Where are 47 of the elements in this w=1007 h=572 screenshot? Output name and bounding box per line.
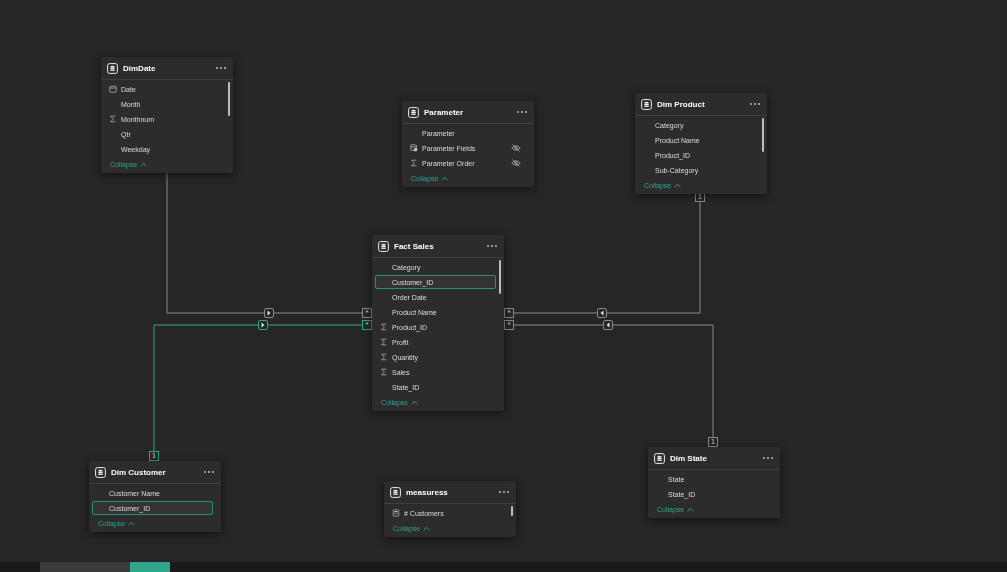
chevron-up-icon — [441, 176, 449, 181]
relationship-line[interactable] — [273, 312, 363, 314]
table-icon — [107, 62, 118, 74]
more-options-icon[interactable] — [762, 456, 774, 460]
scrollbar-thumb[interactable] — [762, 118, 764, 152]
chevron-up-icon — [411, 400, 419, 405]
table-title: Fact Sales — [394, 241, 435, 251]
sigma-icon — [109, 115, 117, 123]
chevron-up-icon — [687, 507, 695, 512]
scrollbar-thumb[interactable] — [130, 562, 170, 572]
table-icon — [408, 106, 419, 118]
sigma-icon — [410, 159, 418, 167]
hidden-eye-icon[interactable] — [511, 159, 521, 167]
relationship-line[interactable] — [612, 324, 714, 438]
table-title: Parameter — [424, 107, 465, 117]
more-options-icon[interactable] — [203, 470, 215, 474]
table-icon — [641, 98, 652, 110]
calendar-icon — [109, 85, 117, 93]
chevron-up-icon — [140, 162, 148, 167]
more-options-icon[interactable] — [486, 244, 498, 248]
more-options-icon[interactable] — [498, 490, 510, 494]
table-icon — [390, 486, 401, 498]
hidden-eye-icon[interactable] — [511, 144, 521, 152]
table-title: Dim Product — [657, 99, 706, 109]
parameter-icon — [410, 144, 418, 152]
table-icon — [378, 240, 389, 252]
table-icon — [95, 466, 106, 478]
table-title: DimDate — [123, 63, 157, 73]
chevron-up-icon — [674, 183, 682, 188]
relationship-line[interactable] — [513, 324, 604, 326]
chevron-up-icon — [423, 526, 431, 531]
table-title: Dim State — [670, 453, 708, 463]
relationship-line[interactable] — [606, 201, 701, 314]
more-options-icon[interactable] — [516, 110, 528, 114]
scrollbar-thumb[interactable] — [511, 506, 513, 516]
more-options-icon[interactable] — [749, 102, 761, 106]
table-icon — [654, 452, 665, 464]
table-title: Dim Customer — [111, 467, 167, 477]
relationship-line[interactable] — [513, 312, 598, 314]
calculator-icon — [392, 509, 400, 517]
table-title: measuress — [406, 487, 449, 497]
relationship-line[interactable] — [153, 324, 259, 452]
scrollbar-thumb[interactable] — [228, 82, 230, 116]
chevron-up-icon — [128, 521, 136, 526]
scrollbar-thumb[interactable] — [499, 260, 501, 294]
more-options-icon[interactable] — [215, 66, 227, 70]
relationship-line[interactable] — [267, 324, 363, 326]
